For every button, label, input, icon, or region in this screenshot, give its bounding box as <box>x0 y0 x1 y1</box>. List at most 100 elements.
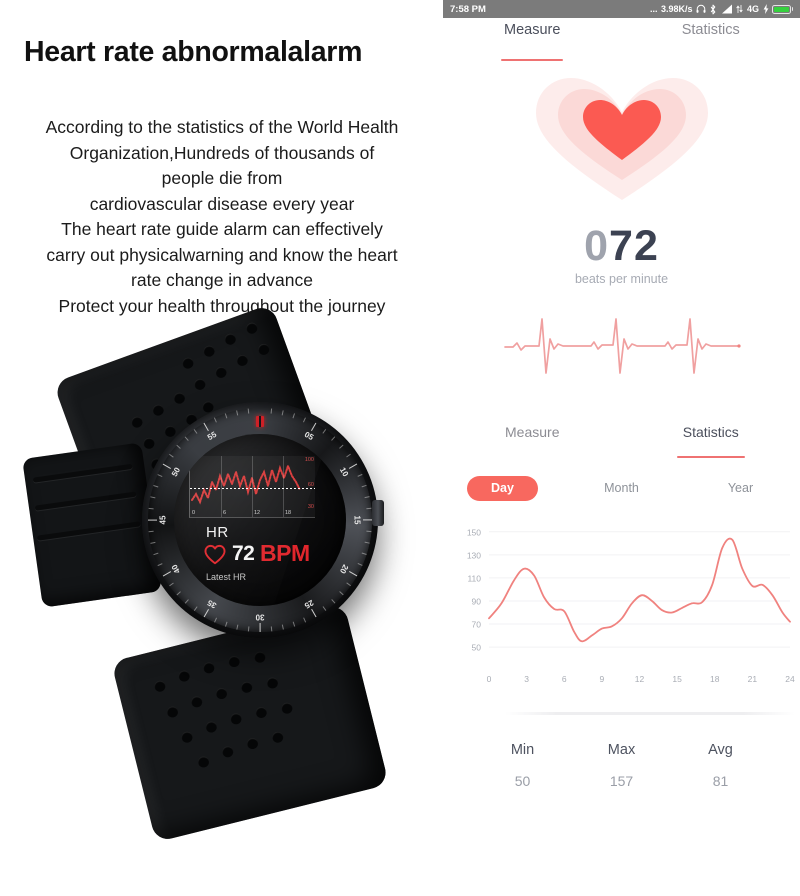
watch-mini-x-tick: 12 <box>254 510 261 516</box>
tab-measure-top[interactable]: Measure <box>443 22 622 61</box>
bezel-number: 45 <box>158 515 168 525</box>
status-bar-overflow-dots: ... <box>649 4 658 14</box>
bezel-number: 55 <box>205 429 218 443</box>
paragraph-line: rate change in advance <box>131 270 313 290</box>
bpm-caption: beats per minute <box>574 272 669 286</box>
app-screenshot-panel: 7:58 PM ... 3.98K/s 4G Measure Statistic… <box>443 0 800 896</box>
paragraph-line: carry out physicalwarning and know the h… <box>46 244 398 265</box>
heart-pulse-graphic <box>443 68 800 208</box>
chart-x-tick-label: 3 <box>524 674 529 684</box>
watch-mini-x-tick: 18 <box>285 510 292 516</box>
tab-statistics-mid[interactable]: Statistics <box>622 424 800 458</box>
chart-x-tick-label: 9 <box>600 674 605 684</box>
chart-y-tick-label: 110 <box>467 573 481 583</box>
chart-x-tick-label: 18 <box>710 674 720 684</box>
chart-x-tick-label: 24 <box>785 674 795 684</box>
tab-statistics-mid-label: Statistics <box>682 424 739 440</box>
stat-avg-value: 81 <box>712 773 729 789</box>
tab-statistics-top-label: Statistics <box>681 22 740 38</box>
ecg-waveform <box>443 305 800 385</box>
bezel-red-marker <box>256 416 264 427</box>
measure-statistics-tabs-top: Measure Statistics <box>443 22 800 61</box>
paragraph-line: The heart rate guide alarm can effective… <box>61 219 383 239</box>
watch-strap-buckle <box>22 442 162 608</box>
chart-x-tick-label: 21 <box>748 674 758 684</box>
stat-min-value: 50 <box>514 773 531 789</box>
bezel-number: 30 <box>255 612 265 622</box>
chart-y-tick-label: 150 <box>467 527 481 537</box>
tab-measure-top-label: Measure <box>504 22 561 38</box>
watch-mini-y-tick: 100 <box>304 457 314 463</box>
range-day-label: Day <box>467 475 538 501</box>
bpm-value: 72 <box>609 222 659 270</box>
tab-statistics-top[interactable]: Statistics <box>622 22 800 56</box>
heart-layers-icon <box>535 78 708 200</box>
stat-avg: Avg 81 <box>671 742 770 789</box>
paragraph-line: According to the statistics of the World… <box>45 117 399 137</box>
status-bar-network-speed: 3.98K/s <box>660 4 693 14</box>
range-option-day[interactable]: Day <box>443 475 562 501</box>
watch-display[interactable]: 0 6 12 18 100 60 30 HR 72 BPM Latest HR <box>174 434 346 606</box>
page-title: Heart rate abnormalalarm <box>24 36 363 68</box>
range-month-label: Month <box>604 481 639 495</box>
measure-statistics-tabs-mid: Measure Statistics <box>443 424 800 458</box>
range-option-year[interactable]: Year <box>681 481 800 495</box>
bpm-readout: 072 <box>443 222 800 271</box>
chart-x-tick-label: 6 <box>562 674 567 684</box>
status-bar-network-type: 4G <box>746 4 759 14</box>
bezel-number: 15 <box>352 515 362 525</box>
watch-case: 0510152025303540455055 0 6 12 <box>142 402 384 638</box>
paragraph-line: people die from <box>161 168 283 188</box>
data-transfer-icon <box>736 4 744 14</box>
section-divider <box>505 712 795 715</box>
stat-min-label: Min <box>510 742 535 758</box>
page-root: Heart rate abnormalalarm According to th… <box>0 0 800 896</box>
bezel-number: 25 <box>302 597 315 611</box>
bezel-number: 50 <box>169 465 183 478</box>
heart-icon <box>204 544 226 565</box>
stat-max-value: 157 <box>609 773 634 789</box>
watch-hr-caption: Latest HR <box>206 572 247 582</box>
watch-mini-chart: 0 6 12 18 100 60 30 <box>189 456 315 518</box>
watch-mini-y-tick: 30 <box>307 504 314 510</box>
tab-active-underline <box>501 58 564 61</box>
watch-mini-y-tick: 60 <box>307 482 314 488</box>
chart-x-tick-label: 12 <box>635 674 645 684</box>
bezel-number: 40 <box>169 562 183 575</box>
watch-side-button[interactable] <box>372 500 384 526</box>
watch-strap-lower <box>111 603 389 843</box>
headphone-icon <box>696 4 706 14</box>
bpm-leading-zero: 0 <box>584 222 610 270</box>
watch-hr-unit: BPM <box>260 540 310 566</box>
battery-icon <box>772 4 793 14</box>
chart-x-tick-label: 15 <box>672 674 682 684</box>
status-bar-indicators: ... 3.98K/s 4G <box>650 4 793 15</box>
range-year-label: Year <box>727 481 754 495</box>
range-option-month[interactable]: Month <box>562 481 681 495</box>
summary-stats: Min 50 Max 157 Avg 81 <box>443 742 800 789</box>
chart-x-tick-label: 0 <box>487 674 492 684</box>
paragraph-line: cardiovascular disease every year <box>89 193 355 214</box>
stat-max-label: Max <box>607 742 636 758</box>
charging-bolt-icon <box>763 4 769 14</box>
tab-measure-mid[interactable]: Measure <box>443 424 622 454</box>
chart-y-tick-label: 130 <box>467 550 481 560</box>
status-bar-time: 7:58 PM <box>450 3 486 15</box>
bezel-number: 20 <box>337 562 351 575</box>
ecg-waveform-path <box>504 318 741 374</box>
bezel-number: 05 <box>302 429 315 443</box>
stat-avg-label: Avg <box>708 742 733 758</box>
heart-rate-chart: 50 70 90 110 130 150 0 3 6 9 12 15 18 21 24 <box>443 512 800 697</box>
chart-y-tick-label: 50 <box>472 643 482 653</box>
watch-hr-value: 72 <box>232 542 255 565</box>
bluetooth-icon <box>709 4 717 15</box>
chart-y-tick-label: 70 <box>472 620 482 630</box>
smartwatch-product-image: 0510152025303540455055 0 6 12 <box>22 303 420 843</box>
marketing-paragraph: According to the statistics of the World… <box>4 115 440 319</box>
watch-hr-label: HR <box>206 524 229 541</box>
paragraph-line: Protect your health throughout the journ… <box>58 295 386 316</box>
status-bar: 7:58 PM ... 3.98K/s 4G <box>443 0 800 18</box>
chart-series-line <box>488 537 791 643</box>
watch-mini-x-tick: 0 <box>192 510 196 516</box>
watch-mini-x-tick: 6 <box>223 510 227 516</box>
